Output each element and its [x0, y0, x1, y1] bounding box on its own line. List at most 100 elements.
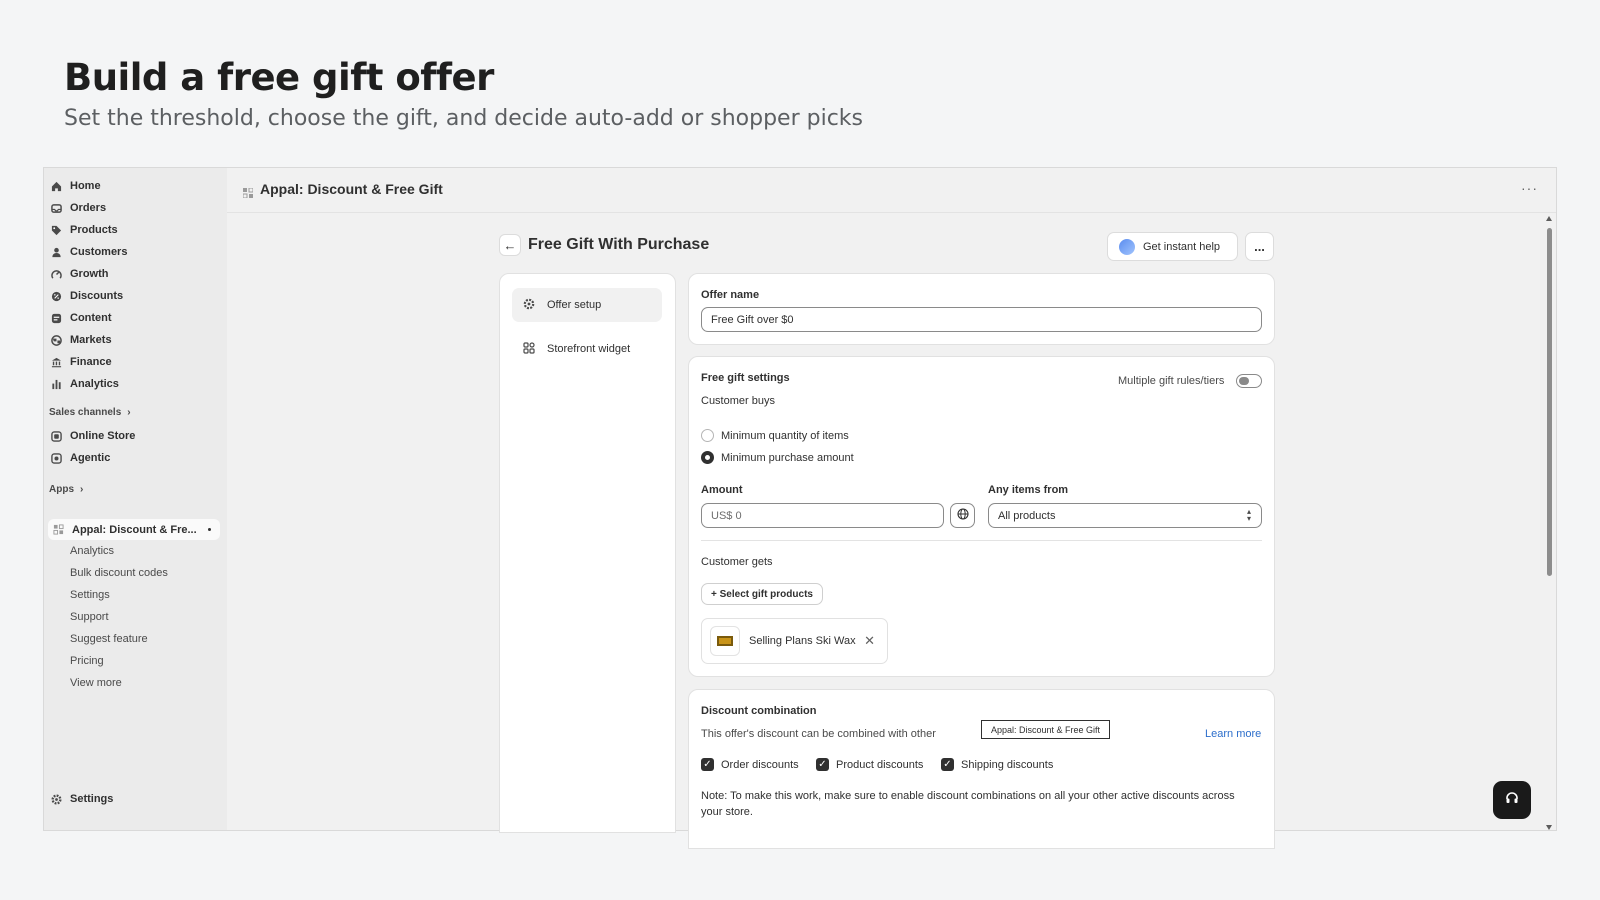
- select-chevron-icon: ▴ ▾: [1246, 507, 1251, 523]
- globe-icon: [956, 507, 969, 525]
- sidebar-item-analytics[interactable]: Analytics: [50, 374, 220, 394]
- sidebar-item-home[interactable]: Home: [50, 176, 220, 196]
- checkbox-order-discounts[interactable]: ✓ Order discounts: [701, 758, 799, 771]
- sidebar-item-label: Online Store: [70, 430, 136, 442]
- sidebar-item-online-store[interactable]: Online Store: [50, 426, 220, 446]
- apps-header[interactable]: Apps ›: [49, 484, 83, 495]
- page-more-button[interactable]: ...: [1245, 232, 1274, 261]
- sidebar-item-growth[interactable]: Growth: [50, 264, 220, 284]
- checkbox-product-discounts[interactable]: ✓ Product discounts: [816, 758, 923, 771]
- nav-label: Storefront widget: [547, 343, 631, 355]
- sidebar-item-products[interactable]: Products: [50, 220, 220, 240]
- any-items-select[interactable]: All products ▴ ▾: [988, 503, 1262, 528]
- customer-buys-label: Customer buys: [701, 395, 775, 407]
- app-icon: [242, 185, 254, 199]
- sidebar-item-label: Agentic: [70, 452, 111, 464]
- sidebar-item-label: Finance: [70, 356, 112, 368]
- nav-offer-setup[interactable]: Offer setup: [512, 288, 662, 322]
- store-icon: [51, 430, 62, 442]
- currency-globe-button[interactable]: [950, 503, 975, 528]
- app-subitem-analytics[interactable]: Analytics: [70, 541, 114, 561]
- app-subitem-suggest-feature[interactable]: Suggest feature: [70, 629, 148, 649]
- sidebar-item-finance[interactable]: Finance: [50, 352, 220, 372]
- get-instant-help-button[interactable]: Get instant help: [1107, 232, 1238, 261]
- app-subitem-settings[interactable]: Settings: [70, 585, 110, 605]
- hero-title: Build a free gift offer: [64, 56, 494, 99]
- growth-icon: [51, 269, 62, 280]
- app-subitem-pricing[interactable]: Pricing: [70, 651, 104, 671]
- sidebar-item-customers[interactable]: Customers: [50, 242, 220, 262]
- bank-icon: [51, 357, 62, 368]
- page-title: Free Gift With Purchase: [528, 236, 710, 253]
- radio-label: Minimum quantity of items: [721, 429, 849, 442]
- learn-more-link[interactable]: Learn more: [1205, 728, 1261, 740]
- sidebar-item-markets[interactable]: Markets: [50, 330, 220, 350]
- radio-min-quantity[interactable]: Minimum quantity of items: [701, 429, 849, 442]
- gift-product-thumbnail: [710, 626, 740, 656]
- sidebar-item-label: Products: [70, 224, 118, 236]
- app-name-tooltip: Appal: Discount & Free Gift: [981, 720, 1110, 739]
- radio-min-amount[interactable]: Minimum purchase amount: [701, 451, 854, 464]
- sidebar-item-settings[interactable]: Settings: [50, 789, 220, 809]
- nav-label: Offer setup: [547, 299, 602, 311]
- nav-storefront-widget[interactable]: Storefront widget: [512, 332, 662, 366]
- pin-dot: [208, 528, 211, 531]
- amount-input[interactable]: US$ 0: [701, 503, 944, 528]
- apps-label: Apps: [49, 484, 74, 495]
- offer-name-input[interactable]: Free Gift over $0: [701, 307, 1262, 332]
- app-title: Appal: Discount & Free Gift: [260, 181, 443, 197]
- help-label: Get instant help: [1143, 240, 1221, 253]
- app-subitem-support[interactable]: Support: [70, 607, 109, 627]
- app-subitem-view-more[interactable]: View more: [70, 673, 122, 693]
- support-chat-button[interactable]: [1493, 781, 1531, 819]
- checkbox-label: Product discounts: [836, 758, 924, 771]
- back-button[interactable]: ←: [499, 234, 521, 256]
- sidebar-item-label: Discounts: [70, 290, 124, 302]
- scroll-thumb[interactable]: [1547, 228, 1552, 576]
- content-icon: [51, 313, 62, 324]
- sidebar-item-discounts[interactable]: Discounts: [50, 286, 220, 306]
- customer-gets-label: Customer gets: [701, 556, 773, 568]
- sidebar-item-agentic[interactable]: Agentic: [50, 448, 220, 468]
- active-app-label: Appal: Discount & Fre...: [72, 523, 197, 536]
- radio-circle: [701, 429, 714, 442]
- support-avatar-icon: [1119, 238, 1135, 255]
- combination-note: Note: To make this work, make sure to en…: [701, 790, 1235, 818]
- checkbox-label: Order discounts: [721, 758, 799, 771]
- scroll-down-arrow[interactable]: [1546, 825, 1552, 830]
- multiple-tiers-label: Multiple gift rules/tiers: [1118, 375, 1225, 387]
- scrollbar[interactable]: [1546, 216, 1553, 830]
- sidebar: Home Orders Products Customers Growth Di…: [44, 168, 227, 830]
- remove-gift-icon[interactable]: ✕: [864, 633, 875, 649]
- more-horizontal-icon[interactable]: ···: [1521, 180, 1538, 196]
- widget-icon: [523, 341, 535, 357]
- sidebar-item-label: Settings: [70, 793, 114, 805]
- sales-channels-header[interactable]: Sales channels ›: [49, 407, 131, 418]
- divider: [701, 540, 1262, 541]
- app-icon: [53, 524, 64, 535]
- sidebar-item-active-app[interactable]: Appal: Discount & Fre...: [48, 519, 220, 540]
- discount-combination-title: Discount combination: [701, 705, 817, 717]
- offer-name-label: Offer name: [701, 289, 760, 301]
- chevron-right-icon: ›: [80, 484, 84, 495]
- multiple-tiers-toggle[interactable]: [1236, 374, 1262, 388]
- sidebar-item-content[interactable]: Content: [50, 308, 220, 328]
- sidebar-item-orders[interactable]: Orders: [50, 198, 220, 218]
- tag-icon: [51, 225, 62, 236]
- checkbox-shipping-discounts[interactable]: ✓ Shipping discounts: [941, 758, 1053, 771]
- sales-channels-label: Sales channels: [49, 407, 122, 418]
- chevron-right-icon: ›: [127, 407, 131, 418]
- arrow-left-icon: ←: [503, 237, 517, 253]
- select-gift-products-button[interactable]: + Select gift products: [701, 583, 823, 605]
- globe-icon: [51, 334, 62, 346]
- scroll-up-arrow[interactable]: [1546, 216, 1552, 221]
- checkmark-icon: ✓: [941, 758, 954, 771]
- gift-product-chip: Selling Plans Ski Wax ✕: [701, 618, 888, 664]
- sidebar-item-label: Customers: [70, 246, 128, 258]
- gift-product-name: Selling Plans Ski Wax: [749, 635, 856, 647]
- app-subitem-bulk-codes[interactable]: Bulk discount codes: [70, 563, 168, 583]
- settings-nav-card: Offer setup Storefront widget: [499, 273, 676, 833]
- any-items-value: All products: [998, 509, 1056, 522]
- discount-icon: [51, 291, 62, 302]
- sidebar-item-label: Orders: [70, 202, 107, 214]
